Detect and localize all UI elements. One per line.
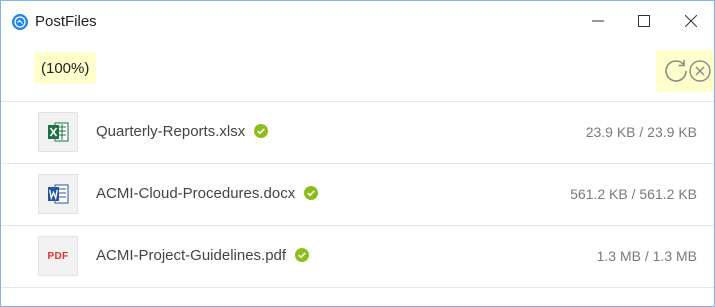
file-list: Quarterly-Reports.xlsx 23.9 KB / 23.9 KB: [1, 102, 714, 288]
refresh-icon: [665, 60, 687, 82]
minimize-button[interactable]: [575, 1, 621, 41]
file-name: ACMI-Cloud-Procedures.docx: [96, 185, 296, 202]
file-row[interactable]: ACMI-Cloud-Procedures.docx 561.2 KB / 56…: [1, 164, 714, 226]
complete-check-icon: [304, 185, 319, 200]
close-icon: [685, 15, 697, 27]
cancel-button[interactable]: [687, 58, 713, 84]
file-size: 561.2 KB / 561.2 KB: [570, 186, 697, 202]
refresh-button[interactable]: [663, 58, 689, 84]
complete-check-icon: [254, 123, 269, 138]
title-bar: PostFiles: [1, 1, 714, 41]
transfer-actions: [656, 50, 714, 92]
close-button[interactable]: [668, 1, 714, 41]
file-name: ACMI-Project-Guidelines.pdf: [96, 247, 287, 264]
maximize-icon: [638, 15, 650, 27]
file-size: 1.3 MB / 1.3 MB: [596, 248, 697, 264]
excel-file-icon: [38, 112, 78, 152]
overall-progress-label: (100%): [34, 52, 97, 84]
postfiles-app-icon: [12, 14, 28, 30]
pdf-label: PDF: [47, 250, 69, 262]
complete-check-icon: [295, 247, 310, 262]
word-file-icon: [38, 174, 78, 214]
file-name: Quarterly-Reports.xlsx: [96, 123, 246, 140]
cancel-icon: [689, 60, 711, 82]
file-size: 23.9 KB / 23.9 KB: [585, 124, 697, 140]
postfiles-window: PostFiles (100%) Quarterly-Reports.xlsx …: [0, 0, 715, 307]
maximize-button[interactable]: [621, 1, 667, 41]
minimize-icon: [592, 20, 604, 22]
file-row[interactable]: Quarterly-Reports.xlsx 23.9 KB / 23.9 KB: [1, 102, 714, 164]
pdf-file-icon: PDF: [38, 236, 78, 276]
window-title: PostFiles: [35, 13, 97, 30]
file-row[interactable]: PDF ACMI-Project-Guidelines.pdf 1.3 MB /…: [1, 226, 714, 288]
toolbar: [1, 41, 714, 102]
